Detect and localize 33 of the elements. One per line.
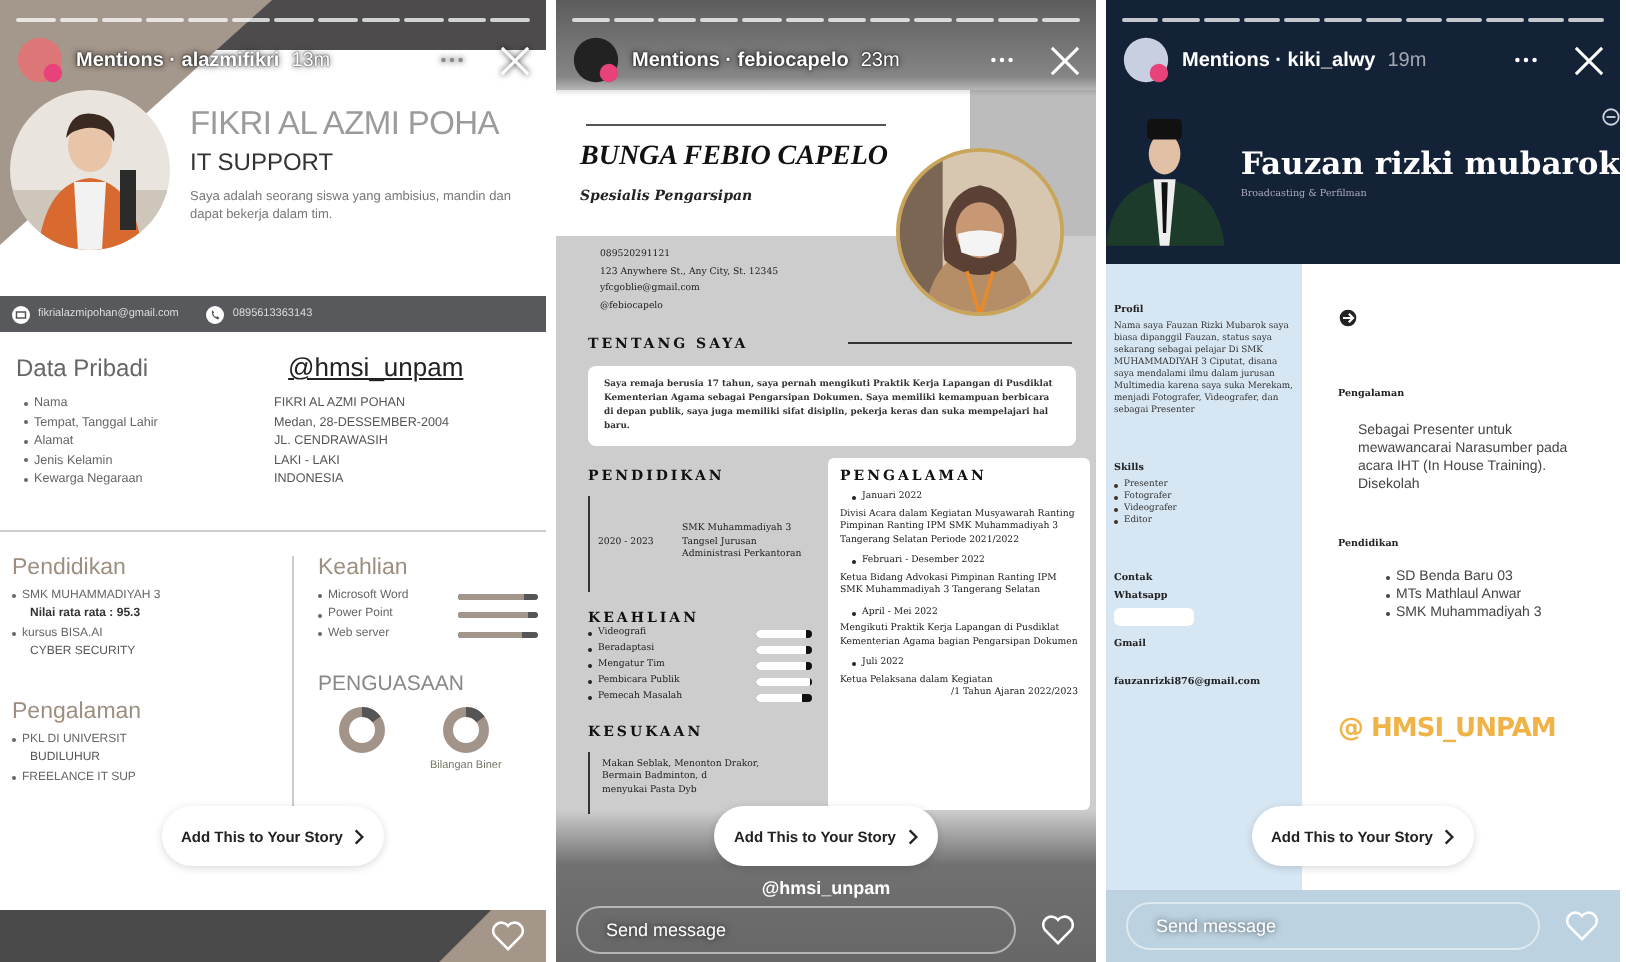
section-title: PENGUASAAN: [318, 672, 466, 696]
avatar[interactable]: [572, 36, 620, 84]
sticker-text: @ HMSI_UNPAM: [1338, 714, 1558, 744]
close-icon[interactable]: [1574, 45, 1604, 75]
phone-icon: [206, 305, 225, 323]
chevron-icon: [1445, 827, 1455, 845]
story-time: 23m: [860, 49, 900, 71]
resume-name: FIKRI AL AZMI POHA: [190, 106, 502, 144]
heart-icon[interactable]: [490, 920, 526, 952]
resume-name: Fauzan rizki mubarok: [1240, 144, 1620, 182]
circle-arrow-icon: [1338, 308, 1358, 328]
tag-text: @hmsi_unpam: [288, 352, 464, 382]
story-time: 19m: [1387, 49, 1427, 71]
more-icon[interactable]: [1514, 56, 1538, 64]
story-title: Mentions · alazmifikri: [76, 49, 280, 71]
message-field[interactable]: Send message: [576, 906, 1016, 954]
section-title: Pengalaman: [12, 699, 144, 723]
donut-chart-icon: [338, 706, 386, 754]
story-time: 13m: [291, 49, 331, 71]
job-title: IT SUPPORT: [190, 148, 336, 176]
story-title: Mentions · febiocapelo: [632, 49, 849, 71]
resume-name: BUNGA FEBIO CAPELO: [580, 142, 891, 174]
heart-icon[interactable]: [1040, 914, 1076, 946]
minus-circle-icon: [1602, 108, 1620, 126]
email-icon: [12, 305, 30, 323]
section-title: Data Pribadi: [16, 353, 149, 381]
chevron-icon: [908, 827, 918, 845]
section-title: Pendidikan: [12, 555, 128, 579]
story-title: Mentions · kiki_alwy: [1182, 49, 1376, 71]
donut-chart-icon: [441, 706, 490, 754]
section-title: Keahlian: [318, 555, 410, 579]
chevron-icon: [355, 827, 365, 845]
sticker-text: @hmsi_unpam: [759, 878, 893, 898]
